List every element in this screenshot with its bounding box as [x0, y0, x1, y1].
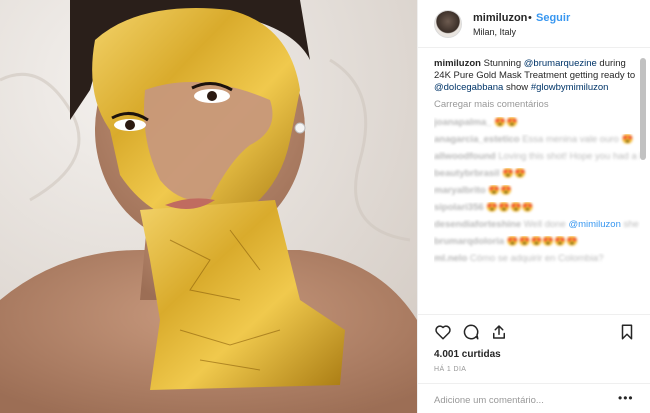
comment-username[interactable]: maryalbrito — [434, 185, 486, 196]
post-caption: mimiluzon Stunning @brumarquezine during… — [434, 58, 640, 94]
comment-icon[interactable] — [462, 323, 480, 341]
add-comment-input[interactable] — [434, 392, 604, 408]
comment-text: 😍😍 — [494, 117, 518, 128]
comment-text: 😍😍😍😍 — [486, 202, 534, 213]
comment-item: sipolari356 😍😍😍😍 — [434, 202, 640, 214]
likes-count[interactable]: 4.001 curtidas — [434, 349, 501, 360]
caption-mention-2[interactable]: @dolcegabbana — [434, 82, 503, 93]
comment-username[interactable]: allwoodfound — [434, 151, 496, 162]
post-photo[interactable] — [0, 0, 417, 413]
caption-text-3: show — [503, 82, 531, 93]
post-username[interactable]: mimiluzon — [473, 12, 527, 24]
caption-text-1: Stunning — [480, 58, 524, 69]
comment-text: 😍😍 — [488, 185, 513, 196]
comment-text: 😍😍 — [502, 168, 526, 179]
photo-illustration — [0, 0, 417, 413]
comment-username[interactable]: brumarqdoloria — [434, 236, 504, 247]
comment-text: Well done — [523, 219, 566, 230]
load-more-comments[interactable]: Carregar mais comentários — [434, 99, 640, 111]
heart-icon[interactable] — [434, 323, 452, 341]
scrollbar-thumb[interactable] — [640, 58, 646, 160]
post-header: mimiluzon • Seguir Milan, Italy — [418, 0, 650, 48]
comment-item: allwoodfound Loving this shot! Hope you … — [434, 151, 640, 163]
comment-item: beautybrbrasil 😍😍 — [434, 168, 640, 180]
comment-text-tail: she is absolutely stunning — [623, 219, 641, 230]
follow-button[interactable]: Seguir — [536, 12, 570, 24]
comment-username[interactable]: anagarcia_estetico — [434, 134, 520, 145]
comment-mention[interactable]: @mimiluzon — [568, 219, 620, 230]
caption-hashtag[interactable]: #glowbymimiluzon — [531, 82, 609, 93]
comment-text: Loving this shot! Hope you had a lovely … — [498, 151, 640, 162]
comment-username[interactable]: beautybrbrasil — [434, 168, 499, 179]
comment-username[interactable]: desendiaforteshine — [434, 219, 521, 230]
comment-item: maryalbrito 😍😍 — [434, 185, 640, 197]
more-options-icon[interactable]: ••• — [618, 391, 634, 405]
comment-item: desendiaforteshine Well done @mimiluzon … — [434, 219, 640, 231]
comments-list[interactable]: mimiluzon Stunning @brumarquezine during… — [434, 58, 640, 314]
post-actions: 4.001 curtidas HÁ 1 DIA ••• — [418, 314, 650, 412]
post-timestamp: HÁ 1 DIA — [434, 366, 467, 373]
comment-item: ml.nelo Cómo se adquirir en Colombia? — [434, 253, 640, 265]
post-side-panel: mimiluzon • Seguir Milan, Italy mimiluzo… — [417, 0, 650, 413]
post-location[interactable]: Milan, Italy — [473, 27, 516, 37]
add-comment-bar: ••• — [418, 383, 650, 413]
comment-username[interactable]: ml.nelo — [434, 253, 467, 264]
comment-text: 😍😍😍😍😍😍 — [506, 236, 578, 247]
caption-mention-1[interactable]: @brumarquezine — [524, 58, 597, 69]
comment-username[interactable]: sipolari356 — [434, 202, 484, 213]
comment-username[interactable]: joanapalma_ — [434, 117, 492, 128]
comment-item: joanapalma_ 😍😍 — [434, 117, 640, 129]
comment-item: brumarqdoloria 😍😍😍😍😍😍 — [434, 236, 640, 248]
separator-dot: • — [528, 12, 532, 24]
comment-text: Cómo se adquirir en Colombia? — [469, 253, 604, 264]
avatar[interactable] — [434, 10, 462, 38]
share-icon[interactable] — [490, 323, 508, 341]
comment-item: anagarcia_estetico Essa menina vale ouro… — [434, 134, 640, 146]
comment-text: Essa menina vale ouro 😍 — [522, 134, 634, 145]
comments-scrollbar[interactable] — [640, 58, 646, 314]
caption-username[interactable]: mimiluzon — [434, 58, 481, 69]
bookmark-icon[interactable] — [618, 323, 636, 341]
